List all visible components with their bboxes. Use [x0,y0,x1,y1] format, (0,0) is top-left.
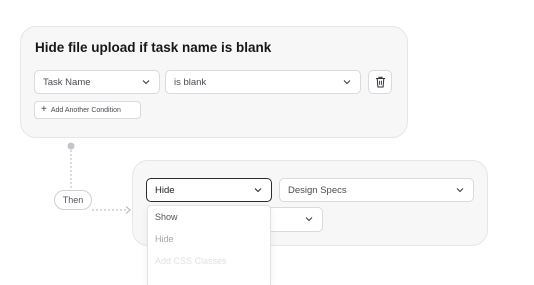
action-select[interactable]: Hide [146,178,272,202]
action-dropdown-menu: Show Hide Add CSS Classes [147,205,271,285]
delete-condition-button[interactable] [368,70,392,94]
connector-dot [67,142,75,150]
operator-select[interactable]: is blank [165,70,361,94]
dropdown-option-hide[interactable]: Hide [148,228,270,250]
action-select-value: Hide [155,184,175,196]
then-label: Then [54,190,92,210]
chevron-down-icon [305,217,313,222]
chevron-down-icon [343,80,351,85]
target-field-select[interactable]: Design Specs [279,178,474,202]
chevron-down-icon [254,188,262,193]
secondary-select[interactable] [270,207,323,232]
dropdown-option-more[interactable] [148,272,270,285]
connector-arrowhead [125,206,131,214]
field-select[interactable]: Task Name [34,70,160,94]
dropdown-option-show[interactable]: Show [148,206,270,228]
operator-select-value: is blank [174,76,207,88]
target-field-select-value: Design Specs [288,184,347,196]
chevron-down-icon [142,80,150,85]
dropdown-option-add-css-classes[interactable]: Add CSS Classes [148,250,270,272]
plus-icon: + [41,104,47,115]
rule-title: Hide file upload if task name is blank [35,40,272,55]
field-select-value: Task Name [43,76,91,88]
add-condition-label: Add Another Condition [50,106,121,114]
chevron-down-icon [456,188,464,193]
add-condition-button[interactable]: + Add Another Condition [34,101,141,119]
trash-icon [375,76,385,88]
